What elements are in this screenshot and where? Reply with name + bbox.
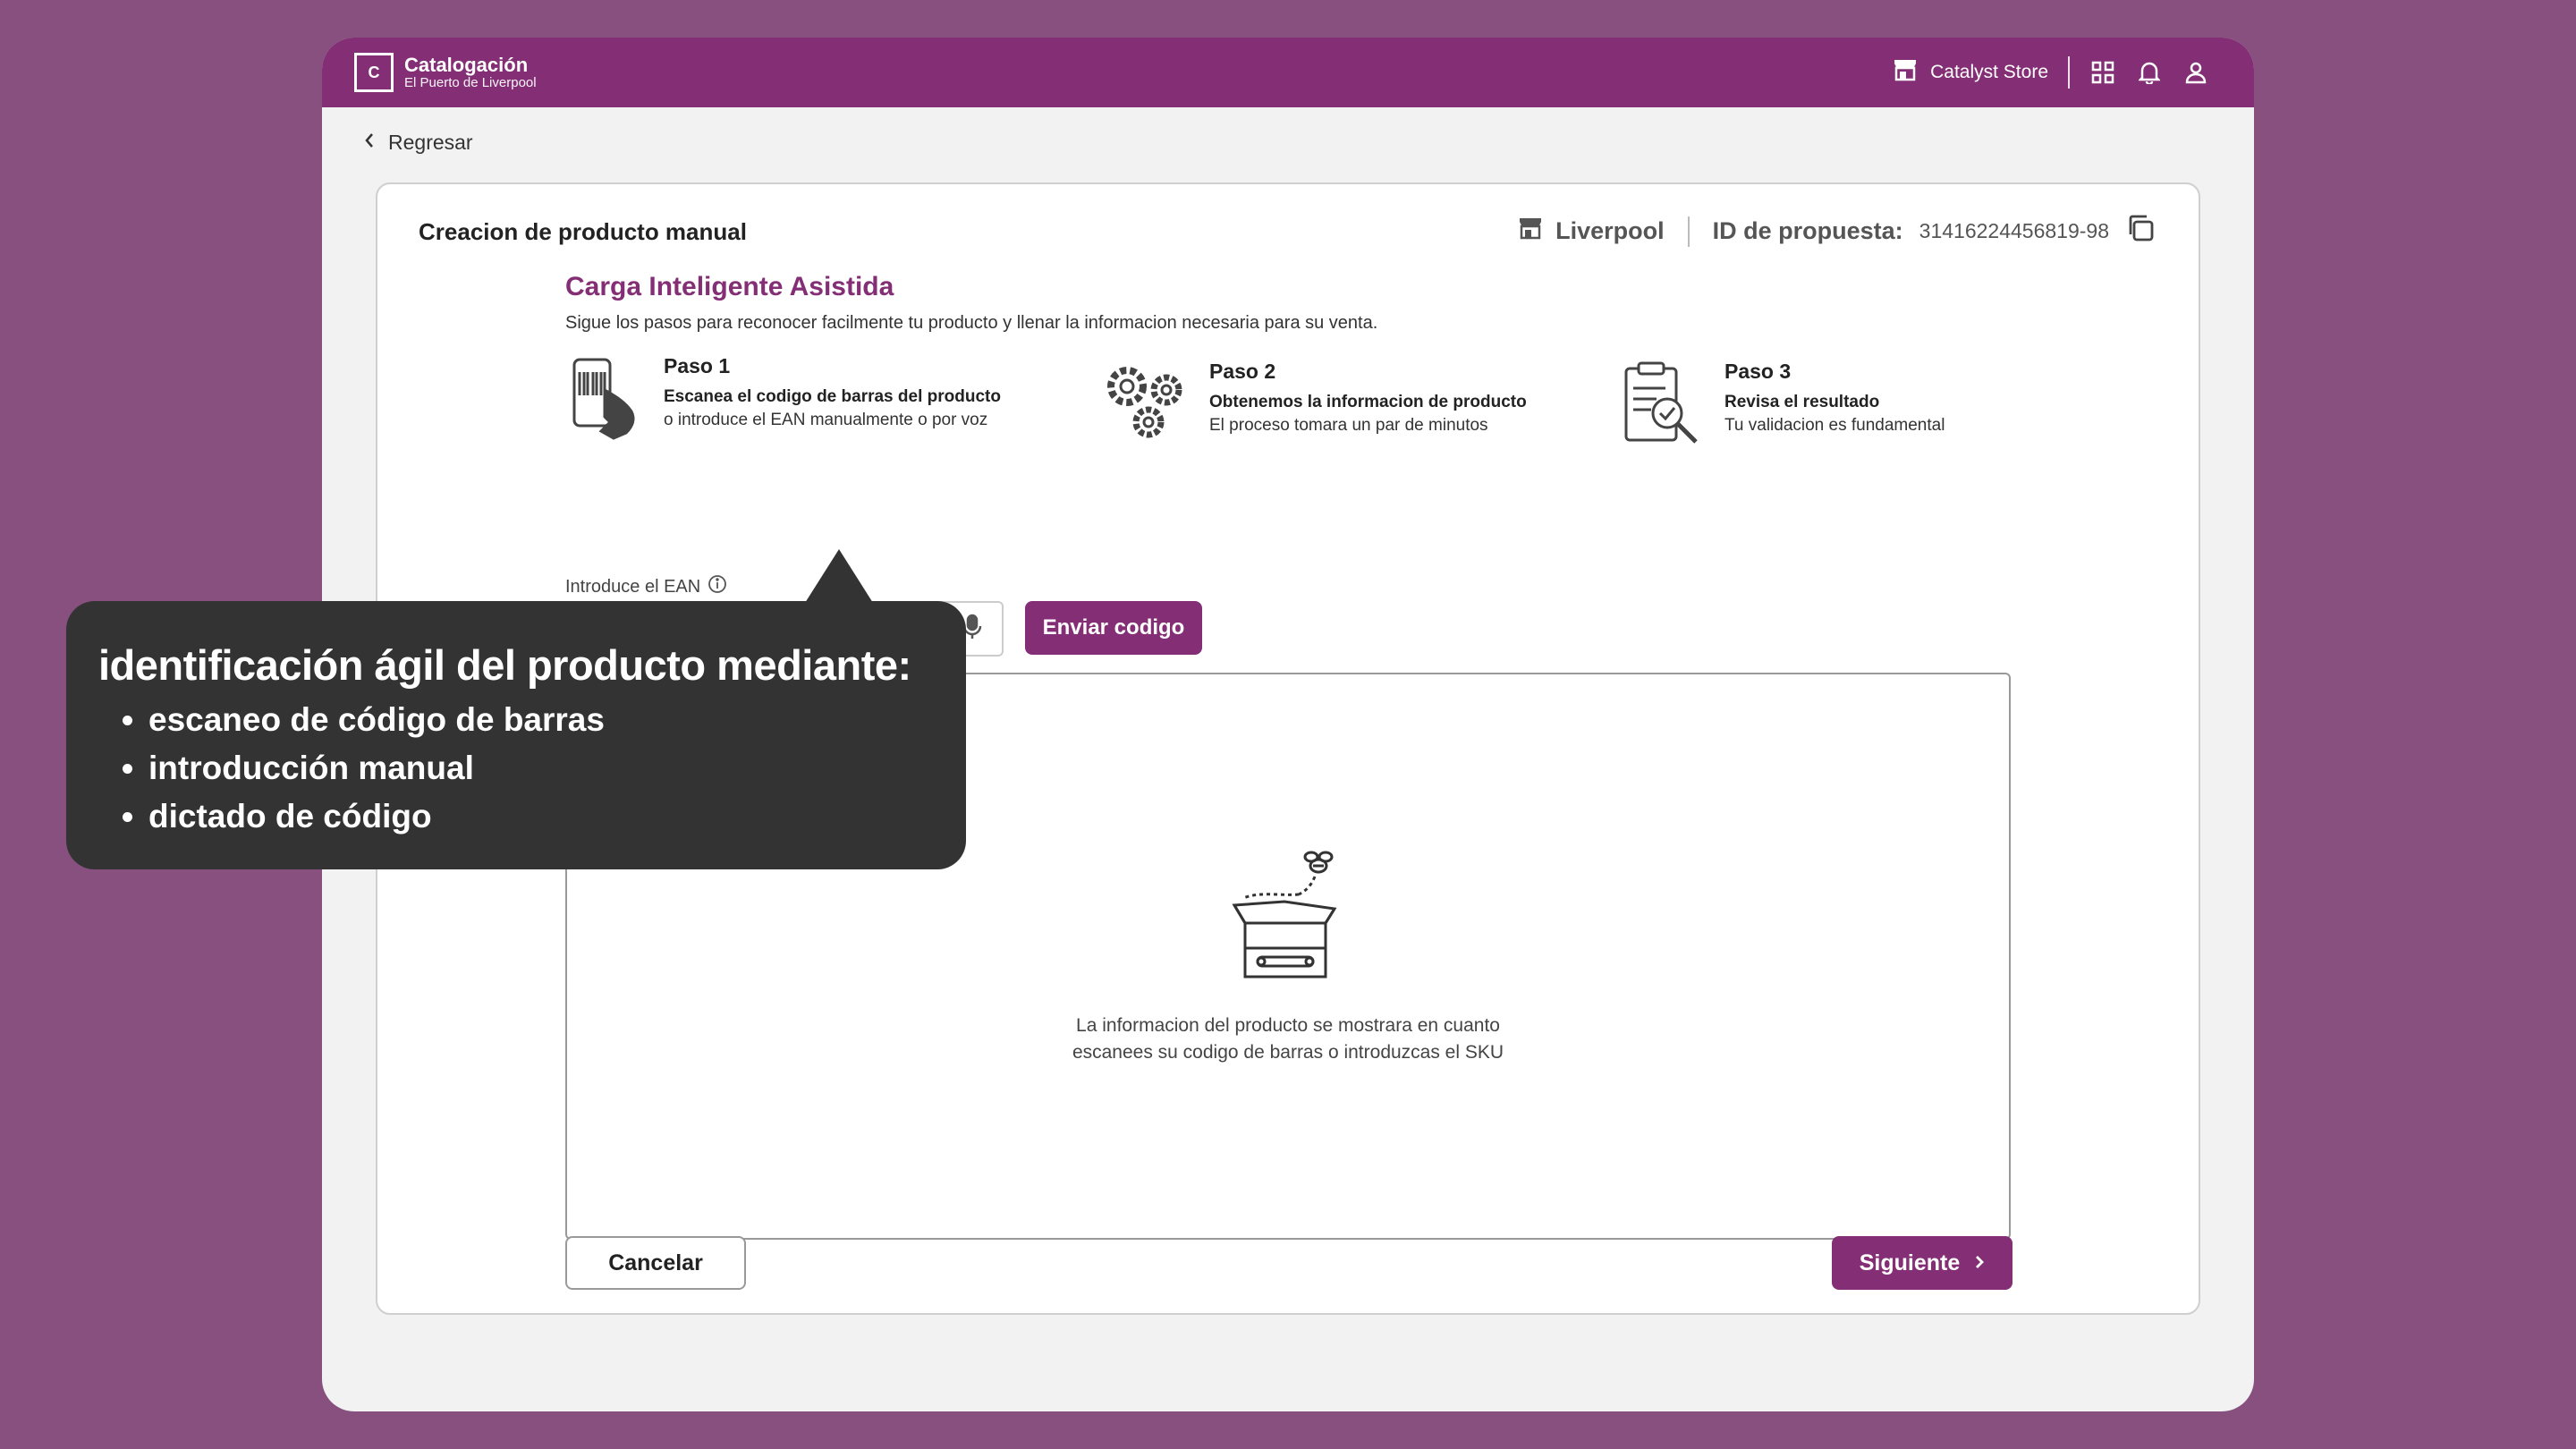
logo: C [354,53,394,92]
tooltip-item: dictado de código [148,792,934,841]
feature-tooltip: identificación ágil del producto mediant… [66,549,966,869]
phone-barcode-icon [569,354,642,445]
step-3: Paso 3 Revisa el resultado Tu validacion… [1621,360,1945,450]
store-name: Catalyst Store [1930,62,2048,82]
proposal-id-label: ID de propuesta: [1712,217,1903,244]
step-1-text: o introduce el EAN manualmente o por voz [664,411,988,429]
step-2-title: Paso 2 [1209,360,1276,383]
user-icon[interactable] [2182,59,2209,86]
card-meta: Liverpool ID de propuesta: 3141622445681… [1518,213,2156,250]
tooltip-heading: identificación ágil del producto mediant… [98,641,911,689]
chevron-right-icon [1974,1250,1985,1276]
cancel-button[interactable]: Cancelar [565,1236,746,1290]
back-label: Regresar [388,131,473,154]
result-line-1: La informacion del producto se mostrara … [1076,1015,1500,1036]
tooltip-list: escaneo de código de barras introducción… [98,696,934,841]
brand-subtitle: El Puerto de Liverpool [404,75,537,90]
empty-drawer-bee-icon [1225,850,1351,988]
chevron-left-icon [363,131,376,155]
tooltip-item: escaneo de código de barras [148,696,934,744]
step-1-title: Paso 1 [664,354,731,377]
apps-grid-icon[interactable] [2089,59,2116,86]
assisted-upload-section: Carga Inteligente Asistida Sigue los pas… [565,272,2014,1240]
info-icon[interactable] [708,574,727,599]
ean-label-text: Introduce el EAN [565,576,701,597]
ean-label: Introduce el EAN [565,574,727,599]
step-3-text: Tu validacion es fundamental [1724,416,1945,435]
step-3-strong: Revisa el resultado [1724,393,1880,411]
card-store: Liverpool [1518,216,1665,246]
copy-icon[interactable] [2125,213,2156,250]
step-2-strong: Obtenemos la informacion de producto [1209,393,1527,411]
store-icon [1893,58,1918,87]
card-title: Creacion de producto manual [419,218,747,245]
result-placeholder-text: La informacion del producto se mostrara … [567,1013,2009,1066]
section-description: Sigue los pasos para reconocer facilment… [565,313,1378,333]
clipboard-check-icon [1621,360,1703,450]
step-1: Paso 1 Escanea el codigo de barras del p… [569,354,1021,445]
proposal-id-value: 31416224456819-98 [1919,219,2109,242]
step-3-title: Paso 3 [1724,360,1792,383]
bell-icon[interactable] [2136,59,2163,86]
topbar-divider [2068,56,2070,89]
steps-row: Paso 1 Escanea el codigo de barras del p… [565,354,2014,462]
store-icon [1518,216,1543,246]
send-code-button[interactable]: Enviar codigo [1025,601,1202,655]
next-button[interactable]: Siguiente [1832,1236,2012,1290]
brand-title: Catalogación [404,54,529,76]
gears-icon [1102,360,1188,446]
step-2-text: El proceso tomara un par de minutos [1209,416,1488,435]
result-line-2: escanees su codigo de barras o introduzc… [1072,1042,1504,1063]
section-title: Carga Inteligente Asistida [565,272,894,301]
top-bar: C Catalogación El Puerto de Liverpool Ca… [322,38,2254,107]
step-2: Paso 2 Obtenemos la informacion de produ… [1102,360,1527,446]
brand[interactable]: C Catalogación El Puerto de Liverpool [354,53,537,92]
meta-divider [1687,216,1690,247]
card-store-name: Liverpool [1555,217,1665,244]
store-selector[interactable]: Catalyst Store [1893,58,2048,87]
next-label: Siguiente [1859,1250,1961,1275]
tooltip-item: introducción manual [148,744,934,792]
back-link[interactable]: Regresar [363,131,473,155]
step-1-strong: Escanea el codigo de barras del producto [664,387,1001,406]
